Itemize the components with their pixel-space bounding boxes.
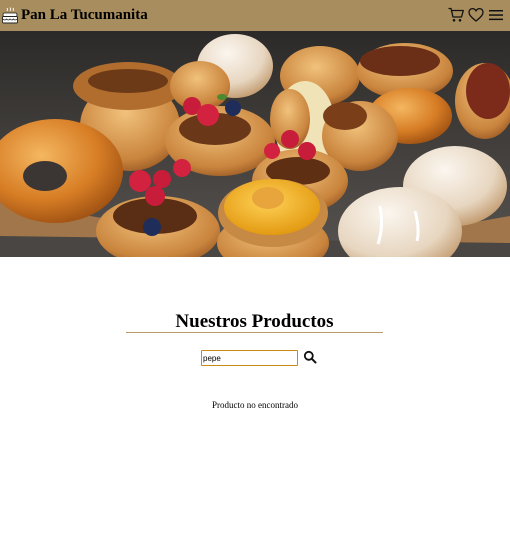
section-title: Nuestros Productos: [175, 311, 334, 332]
nav-icons: [444, 7, 504, 23]
search-icon: [303, 350, 317, 364]
cart-icon[interactable]: [448, 7, 464, 23]
brand-link[interactable]: Pan La Tucumanita: [1, 6, 148, 25]
title-underline: [126, 332, 383, 333]
empty-results-message: Producto no encontrado: [212, 400, 298, 410]
search-button[interactable]: [303, 350, 317, 364]
search-input[interactable]: [201, 350, 298, 366]
cake-icon: [1, 6, 19, 25]
navbar: Pan La Tucumanita: [0, 0, 510, 31]
menu-icon[interactable]: [488, 7, 504, 23]
pastries-photo: [0, 31, 510, 257]
hero-banner: [0, 31, 510, 257]
heart-icon[interactable]: [468, 7, 484, 23]
brand-name: Pan La Tucumanita: [21, 7, 148, 23]
